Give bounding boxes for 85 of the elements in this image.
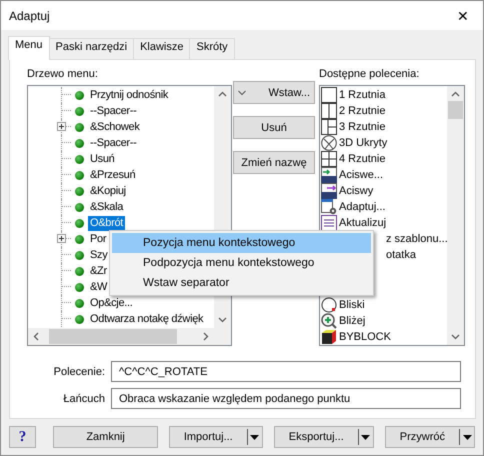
tree-item[interactable]: Por bbox=[88, 232, 108, 246]
command-item[interactable]: Bliżej bbox=[339, 315, 366, 327]
help-button[interactable]: ? bbox=[9, 426, 36, 448]
split-button[interactable]: Eksportuj... bbox=[274, 426, 374, 448]
two-viewports-icon bbox=[321, 103, 337, 119]
tree-item[interactable]: Przytnij odnośnik bbox=[88, 88, 170, 102]
expand-icon[interactable] bbox=[57, 122, 66, 131]
commands-label: Dostępne polecenia: bbox=[319, 68, 420, 82]
bullet-icon bbox=[75, 122, 84, 132]
tree-label: Drzewo menu: bbox=[27, 68, 99, 82]
tree-item[interactable]: Odtwarza notakę dźwięk bbox=[88, 312, 206, 326]
command-item[interactable]: Adaptuj... bbox=[339, 201, 386, 213]
bullet-icon bbox=[75, 154, 84, 164]
input-field[interactable]: ^C^C^C_ROTATE bbox=[111, 361, 461, 382]
command-item[interactable]: 4 Rzutnie bbox=[339, 153, 386, 165]
bullet-icon bbox=[75, 138, 84, 148]
menu-item[interactable]: Podpozycja menu kontekstowego bbox=[112, 253, 371, 273]
dropdown-arrow-icon[interactable] bbox=[361, 434, 370, 440]
close-button[interactable]: ✕ bbox=[443, 1, 483, 30]
command-item[interactable]: 2 Rzutnie bbox=[339, 105, 386, 117]
tree-item[interactable]: Op&cje... bbox=[88, 296, 135, 310]
sphere-icon bbox=[321, 135, 337, 151]
chevron-down-icon bbox=[238, 90, 246, 96]
bullet-icon bbox=[75, 250, 84, 260]
bullet-icon bbox=[75, 298, 84, 308]
split-button[interactable]: Przywróć bbox=[384, 426, 475, 448]
command-item[interactable]: z szablonu... bbox=[386, 233, 447, 245]
bullet-icon bbox=[75, 218, 84, 228]
close-dialog-button[interactable]: Zamknij bbox=[53, 426, 158, 448]
tree-item[interactable]: --Spacer-- bbox=[88, 104, 139, 118]
field-label: Polecenie: bbox=[52, 366, 105, 378]
tab[interactable]: Menu bbox=[8, 36, 50, 60]
zoom-in-icon bbox=[321, 313, 337, 329]
bullet-icon bbox=[75, 202, 84, 212]
command-item[interactable]: Aciswy bbox=[339, 185, 374, 197]
tree-item[interactable]: &W bbox=[88, 280, 110, 294]
bullet-icon bbox=[75, 234, 84, 244]
tree-item[interactable]: &Kopiuj bbox=[88, 184, 128, 198]
input-field[interactable]: Obraca wskazanie względem podanego punktu bbox=[111, 388, 461, 409]
four-viewports-icon bbox=[321, 151, 337, 167]
bullet-icon bbox=[75, 186, 84, 196]
command-item[interactable]: Aktualizuj bbox=[339, 217, 386, 229]
list-icon bbox=[321, 215, 337, 231]
bullet-icon bbox=[75, 170, 84, 180]
command-item[interactable]: BYBLOCK bbox=[339, 331, 391, 343]
tree-item[interactable]: --Spacer-- bbox=[88, 136, 139, 150]
tree-item[interactable]: &Zr bbox=[88, 264, 109, 278]
window-gear-icon bbox=[321, 199, 337, 215]
menu-item[interactable]: Pozycja menu kontekstowego bbox=[112, 233, 371, 253]
command-item[interactable]: 3 Rzutnie bbox=[339, 121, 386, 133]
insert-button[interactable]: Wstaw... bbox=[233, 81, 315, 104]
bullet-icon bbox=[75, 282, 84, 292]
window-title: Adaptuj bbox=[9, 8, 50, 22]
acis-export-icon bbox=[321, 183, 337, 199]
acis-import-icon bbox=[321, 167, 337, 183]
dropdown-arrow-icon[interactable] bbox=[250, 434, 260, 440]
expand-icon[interactable] bbox=[57, 234, 66, 243]
bullet-icon bbox=[75, 90, 84, 100]
menu-item[interactable]: Wstaw separator bbox=[112, 273, 371, 293]
tree-item[interactable]: Usuń bbox=[88, 152, 116, 166]
single-viewport-icon bbox=[321, 87, 337, 103]
action-button[interactable]: Zmień nazwę bbox=[233, 151, 315, 174]
bullet-icon bbox=[75, 106, 84, 116]
command-item[interactable]: otatka bbox=[386, 249, 416, 261]
cube-icon bbox=[321, 329, 337, 345]
bullet-icon bbox=[75, 266, 84, 276]
bullet-icon bbox=[75, 314, 84, 324]
tab[interactable]: Skróty bbox=[189, 38, 235, 59]
command-item[interactable]: 1 Rzutnia bbox=[339, 89, 386, 101]
tree-item[interactable]: Szy bbox=[88, 248, 110, 262]
action-button[interactable]: Usuń bbox=[233, 116, 315, 139]
tree-item[interactable]: &Skala bbox=[88, 200, 126, 214]
tree-item[interactable]: O&brót bbox=[88, 216, 126, 230]
command-item[interactable]: Bliski bbox=[339, 299, 365, 311]
command-item[interactable]: 3D Ukryty bbox=[339, 137, 388, 149]
scrollbar-thumb[interactable] bbox=[49, 329, 177, 344]
field-label: Łańcuch bbox=[62, 392, 105, 404]
split-button[interactable]: Importuj... bbox=[168, 426, 263, 448]
tree-item[interactable]: &Przesuń bbox=[88, 168, 138, 182]
circle-icon bbox=[321, 297, 337, 313]
scrollbar-thumb[interactable] bbox=[448, 101, 463, 119]
command-item[interactable]: Aciswe... bbox=[339, 169, 384, 181]
dropdown-arrow-icon[interactable] bbox=[462, 434, 472, 440]
three-viewports-icon bbox=[321, 119, 337, 135]
tree-item[interactable]: &Schowek bbox=[88, 120, 142, 134]
